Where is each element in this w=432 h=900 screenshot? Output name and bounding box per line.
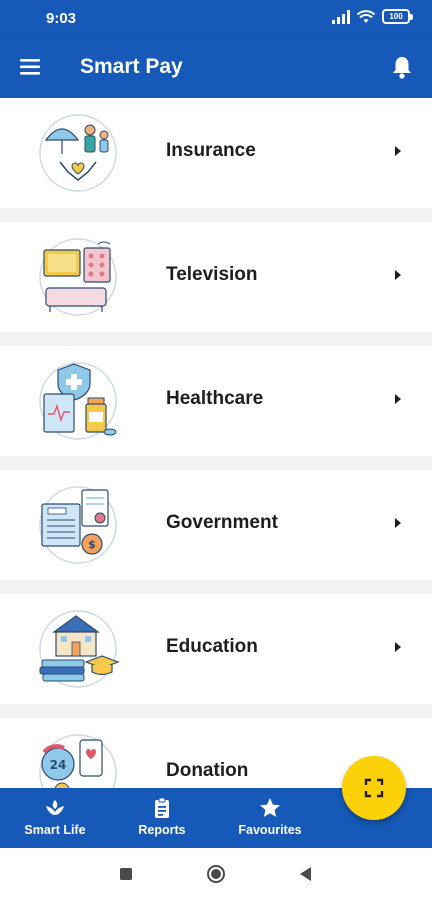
category-label: Education: [166, 636, 258, 657]
category-list[interactable]: Insurance Television Healthcare $ Govern…: [0, 98, 432, 788]
app-bar: Smart Pay: [0, 36, 432, 98]
svg-text:$: $: [88, 538, 96, 551]
circle-icon[interactable]: [206, 864, 226, 884]
donation-illustration: 24: [39, 734, 117, 788]
menu-icon: [20, 59, 40, 75]
menu-button[interactable]: [14, 53, 48, 81]
nav-item-reports[interactable]: Reports: [117, 796, 207, 844]
battery-icon: 100: [382, 9, 413, 24]
signal-icon: [332, 9, 350, 24]
system-nav-bar: [0, 848, 432, 900]
svg-text:24: 24: [50, 758, 67, 772]
wifi-icon: [357, 9, 375, 23]
education-illustration: [39, 610, 120, 688]
nav-label: Favourites: [238, 823, 302, 837]
healthcare-illustration: [39, 362, 117, 440]
status-bar: 9:03 100: [0, 0, 432, 36]
category-card-government[interactable]: $ Government: [0, 470, 432, 580]
square-icon[interactable]: [116, 864, 136, 884]
category-card-education[interactable]: Education: [0, 594, 432, 704]
reports-icon: [155, 797, 169, 818]
category-card-television[interactable]: Television: [0, 222, 432, 332]
chevron-right-icon: [395, 146, 401, 156]
chevron-right-icon: [395, 518, 401, 528]
category-label: Television: [166, 264, 258, 285]
scan-icon: [364, 778, 384, 798]
back-triangle-icon[interactable]: [296, 864, 316, 884]
status-time: 9:03: [46, 10, 77, 27]
insurance-illustration: [39, 114, 117, 192]
category-card-insurance[interactable]: Insurance: [0, 98, 432, 208]
scan-button[interactable]: [342, 756, 406, 820]
nav-label: Smart Life: [24, 823, 86, 837]
notifications-button[interactable]: [388, 53, 416, 81]
smart-life-icon: [46, 800, 64, 815]
television-illustration: [39, 238, 117, 316]
nav-item-favourites[interactable]: Favourites: [225, 796, 315, 844]
category-card-healthcare[interactable]: Healthcare: [0, 346, 432, 456]
star-icon: [260, 798, 280, 817]
chevron-right-icon: [395, 642, 401, 652]
page-title: Smart Pay: [80, 55, 183, 78]
category-label: Insurance: [166, 140, 256, 161]
chevron-right-icon: [395, 394, 401, 404]
nav-item-smart-life[interactable]: Smart Life: [10, 796, 100, 844]
government-illustration: $: [39, 486, 117, 564]
category-label: Donation: [166, 760, 249, 781]
chevron-right-icon: [395, 270, 401, 280]
nav-label: Reports: [138, 823, 186, 837]
status-icons: 100: [332, 9, 413, 24]
category-label: Government: [166, 512, 278, 533]
bell-icon: [393, 57, 411, 79]
category-label: Healthcare: [166, 388, 264, 409]
